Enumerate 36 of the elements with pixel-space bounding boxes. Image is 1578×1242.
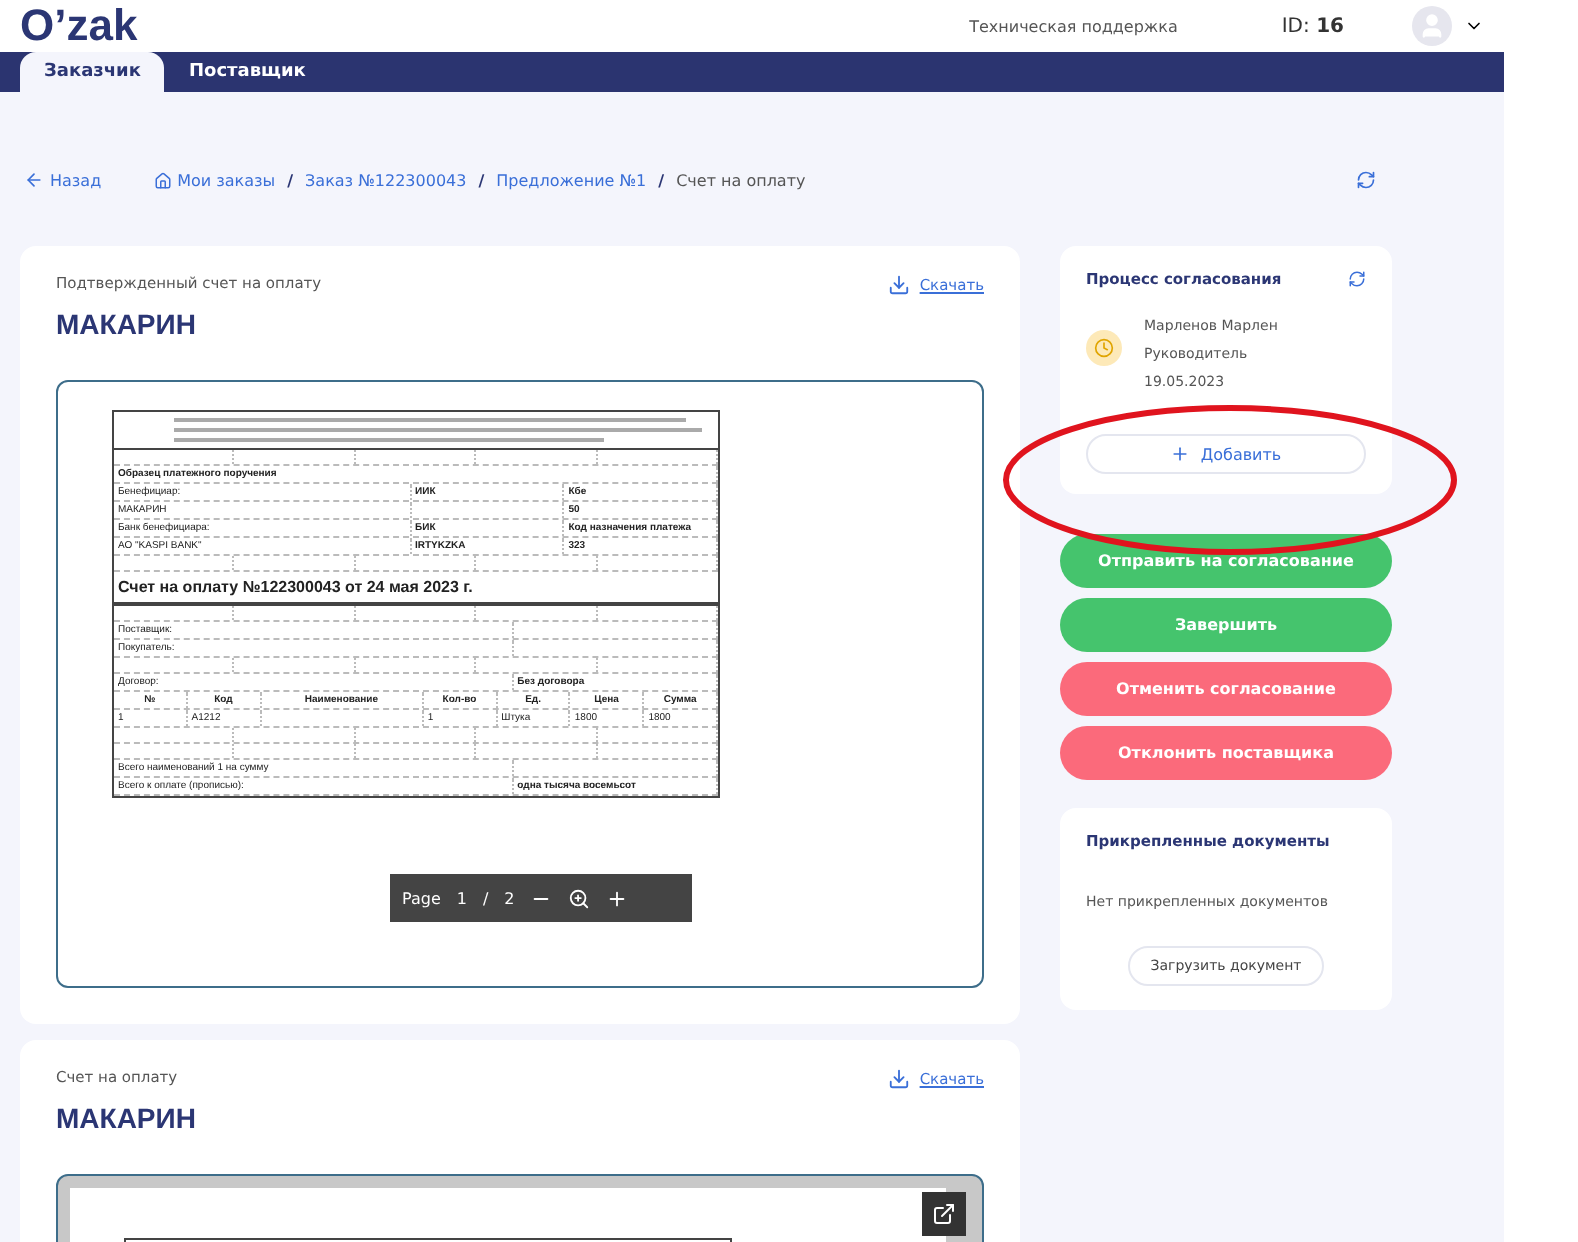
tab[interactable]: Поставщик [164,52,330,92]
action-button[interactable]: Отправить на согласование [1060,534,1392,588]
action-button[interactable]: Завершить [1060,598,1392,652]
action-button[interactable]: Отменить согласование [1060,662,1392,716]
document-title: МАКАРИН [56,1102,198,1134]
zoom-in-icon[interactable] [568,887,591,909]
expand-icon [932,1202,956,1226]
download-icon [887,274,910,296]
page-number: 1 [456,889,467,907]
breadcrumb-link[interactable]: Мои заказы [153,171,276,189]
plus-icon[interactable] [606,887,629,909]
breadcrumb-separator: / [478,171,485,189]
breadcrumb-separator: / [287,171,294,189]
action-button[interactable]: Отклонить поставщика [1060,726,1392,780]
refresh-icon[interactable] [1356,170,1376,190]
page-total: 2 [504,889,515,907]
invoice-title: Счет на оплату №122300043 от 24 мая 2023 г. [114,572,718,606]
arrow-left-icon [24,170,44,190]
tab[interactable]: Заказчик [20,52,165,92]
logo: O’zak [20,0,138,52]
document-title: МАКАРИН [56,308,198,340]
user-id: ID: 16 [1281,15,1344,37]
download-icon [887,1068,910,1090]
expand-button[interactable] [922,1192,966,1236]
home-icon [153,171,172,189]
breadcrumb-current: Счет на оплату [676,171,806,189]
breadcrumb-link[interactable]: Предложение №1 [496,171,647,189]
support-link[interactable]: Техническая поддержка [969,17,1178,35]
refresh-icon[interactable] [1348,270,1366,288]
breadcrumb-link[interactable]: Заказ №122300043 [305,171,467,189]
breadcrumb-separator: / [658,171,665,189]
page-label: Page [402,889,441,907]
add-button[interactable]: Добавить [1086,434,1366,474]
page-separator: / [482,889,489,907]
back-link[interactable]: Назад [24,170,102,190]
plus-icon [1170,444,1191,464]
